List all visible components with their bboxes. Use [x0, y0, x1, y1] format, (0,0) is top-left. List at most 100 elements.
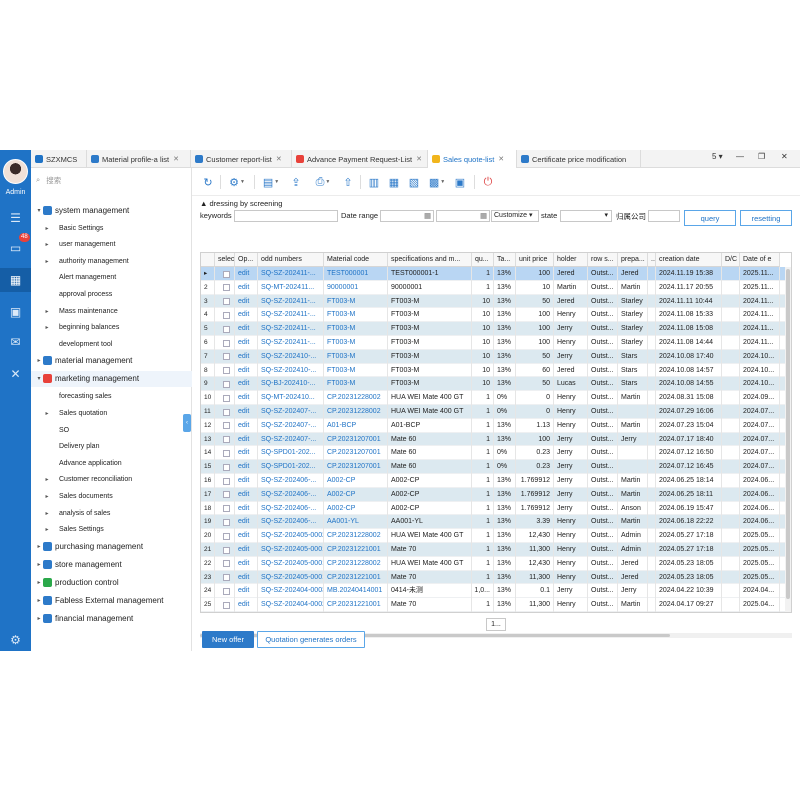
monitor-icon[interactable]: ▣: [0, 300, 31, 324]
row-checkbox[interactable]: [223, 408, 230, 416]
query-button[interactable]: query: [684, 210, 736, 226]
material-code-link[interactable]: CP.20231221001: [324, 598, 388, 612]
date-start-calendar-icon[interactable]: ▦: [424, 211, 431, 220]
row-checkbox[interactable]: [223, 380, 230, 388]
odd-number-link[interactable]: SQ-SZ-202406-...: [258, 501, 324, 516]
select-cell[interactable]: [215, 474, 235, 488]
select-cell[interactable]: [215, 432, 235, 447]
tree-node[interactable]: development tool: [31, 336, 192, 352]
tree-node[interactable]: ▸ authority management: [31, 253, 192, 269]
odd-number-link[interactable]: SQ-SZ-202406-...: [258, 487, 324, 502]
odd-number-link[interactable]: SQ-SZ-202410-...: [258, 349, 324, 364]
caret-right-icon[interactable]: ▸: [35, 543, 43, 550]
edit-link[interactable]: edit: [235, 529, 258, 543]
settings-icon[interactable]: ⚙ ▼: [226, 174, 248, 190]
tab-menu-dropdown[interactable]: 5 ▾: [712, 152, 723, 161]
odd-number-link[interactable]: SQ-SZ-202405-0001: [258, 570, 324, 585]
material-code-link[interactable]: FT003-M: [324, 349, 388, 364]
select-cell[interactable]: [215, 460, 235, 474]
odd-number-link[interactable]: SQ-SZ-202411-...: [258, 336, 324, 350]
row-checkbox[interactable]: [223, 601, 230, 609]
edit-link[interactable]: edit: [235, 556, 258, 571]
row-checkbox[interactable]: [223, 353, 230, 361]
edit-link[interactable]: edit: [235, 267, 258, 281]
table-row[interactable]: 20 edit SQ-SZ-202405-0002 CP.20231228002 HUA…: [201, 529, 791, 543]
select-cell[interactable]: [215, 556, 235, 571]
table-row[interactable]: 16 edit SQ-SZ-202406-... A002-CP A002-CP 1 13%…: [201, 474, 791, 488]
caret-right-icon[interactable]: ▸: [43, 526, 51, 533]
column-header[interactable]: Date of e: [740, 253, 780, 267]
refresh-icon[interactable]: ↻: [200, 174, 216, 190]
select-cell[interactable]: [215, 515, 235, 530]
tree-node[interactable]: ▸ Sales Settings: [31, 522, 192, 538]
material-code-link[interactable]: MB.20240414001: [324, 584, 388, 599]
sidebar-collapse-handle[interactable]: ‹: [183, 414, 191, 432]
scroll-thumb[interactable]: [786, 269, 790, 599]
tools-icon[interactable]: ✕: [0, 362, 31, 386]
caret-right-icon[interactable]: ▸: [43, 258, 51, 265]
table-row[interactable]: 18 edit SQ-SZ-202406-... A002-CP A002-CP 1 13%…: [201, 501, 791, 516]
material-code-link[interactable]: CP.20231228002: [324, 529, 388, 543]
material-code-link[interactable]: A002-CP: [324, 474, 388, 488]
edit-link[interactable]: edit: [235, 280, 258, 295]
table-row[interactable]: 7 edit SQ-SZ-202410-... FT003-M FT003-M 10 13%…: [201, 349, 791, 364]
upload-icon[interactable]: ⇪: [288, 174, 304, 190]
edit-link[interactable]: edit: [235, 432, 258, 447]
select-cell[interactable]: [215, 405, 235, 419]
row-checkbox[interactable]: [223, 325, 230, 333]
row-checkbox[interactable]: [223, 518, 230, 526]
add-document-icon[interactable]: ▤ ▼: [260, 174, 282, 190]
edit-link[interactable]: edit: [235, 322, 258, 336]
column-header[interactable]: Op...: [235, 253, 258, 267]
row-checkbox[interactable]: [223, 436, 230, 444]
material-code-link[interactable]: FT003-M: [324, 336, 388, 350]
material-code-link[interactable]: CP.20231228002: [324, 391, 388, 405]
odd-number-link[interactable]: SQ-SZ-202411-...: [258, 267, 324, 281]
caret-right-icon[interactable]: ▸: [43, 241, 51, 248]
table-row[interactable]: 4 edit SQ-SZ-202411-... FT003-M FT003-M 10 13%…: [201, 308, 791, 323]
caret-right-icon[interactable]: ▸: [43, 308, 51, 315]
edit-link[interactable]: edit: [235, 405, 258, 419]
material-code-link[interactable]: CP.20231228002: [324, 556, 388, 571]
select-cell[interactable]: [215, 487, 235, 502]
material-code-link[interactable]: CP.20231207001: [324, 460, 388, 474]
odd-number-link[interactable]: SQ-SZ-202406-...: [258, 515, 324, 530]
edit-link[interactable]: edit: [235, 460, 258, 474]
calendar-icon[interactable]: ▦: [386, 174, 402, 190]
tree-node[interactable]: ▾ system management: [31, 202, 192, 218]
tree-node[interactable]: ▸ beginning balances: [31, 320, 192, 336]
table-row[interactable]: 19 edit SQ-SZ-202406-... AA001-YL AA001-YL 1 1…: [201, 515, 791, 530]
tree-node[interactable]: ▸ user management: [31, 237, 192, 253]
edit-link[interactable]: edit: [235, 336, 258, 350]
odd-number-link[interactable]: SQ-SZ-202407-...: [258, 432, 324, 447]
table-row[interactable]: 23 edit SQ-SZ-202405-0001 CP.20231221001 Mat…: [201, 570, 791, 585]
material-code-link[interactable]: CP.20231221001: [324, 543, 388, 557]
tree-node[interactable]: ▸ financial management: [31, 610, 192, 626]
select-cell[interactable]: [215, 391, 235, 405]
odd-number-link[interactable]: SQ-SZ-202411-...: [258, 308, 324, 323]
screening-toggle[interactable]: ▲ dressing by screening: [200, 199, 282, 208]
tree-node[interactable]: ▸ Fabless External management: [31, 592, 192, 608]
tab-customer-report[interactable]: Customer report-list ✕: [191, 150, 292, 168]
power-icon[interactable]: ⏻: [480, 174, 496, 190]
edit-link[interactable]: edit: [235, 501, 258, 516]
table-row[interactable]: 15 edit SQ-SPD01-202... CP.20231207001 Mate …: [201, 460, 791, 474]
row-checkbox[interactable]: [223, 491, 230, 499]
table-row[interactable]: 2 edit SQ-MT-202411... 90000001 90000001 1 13%…: [201, 280, 791, 295]
edit-link[interactable]: edit: [235, 308, 258, 323]
row-checkbox[interactable]: [223, 505, 230, 513]
tree-node[interactable]: ▸ Mass maintenance: [31, 303, 192, 319]
caret-right-icon[interactable]: ▸: [35, 561, 43, 568]
row-checkbox[interactable]: [223, 298, 230, 306]
tree-node[interactable]: ▾ marketing management: [31, 370, 192, 387]
keywords-input[interactable]: [234, 210, 338, 222]
edit-link[interactable]: edit: [235, 349, 258, 364]
tree-node[interactable]: Alert management: [31, 270, 192, 286]
row-checkbox[interactable]: [223, 587, 230, 595]
export-icon[interactable]: ⇧: [340, 174, 356, 190]
select-cell[interactable]: [215, 336, 235, 350]
caret-right-icon[interactable]: ▸: [43, 324, 51, 331]
row-checkbox[interactable]: [223, 422, 230, 430]
select-cell[interactable]: [215, 418, 235, 433]
reset-button[interactable]: resetting: [740, 210, 792, 226]
